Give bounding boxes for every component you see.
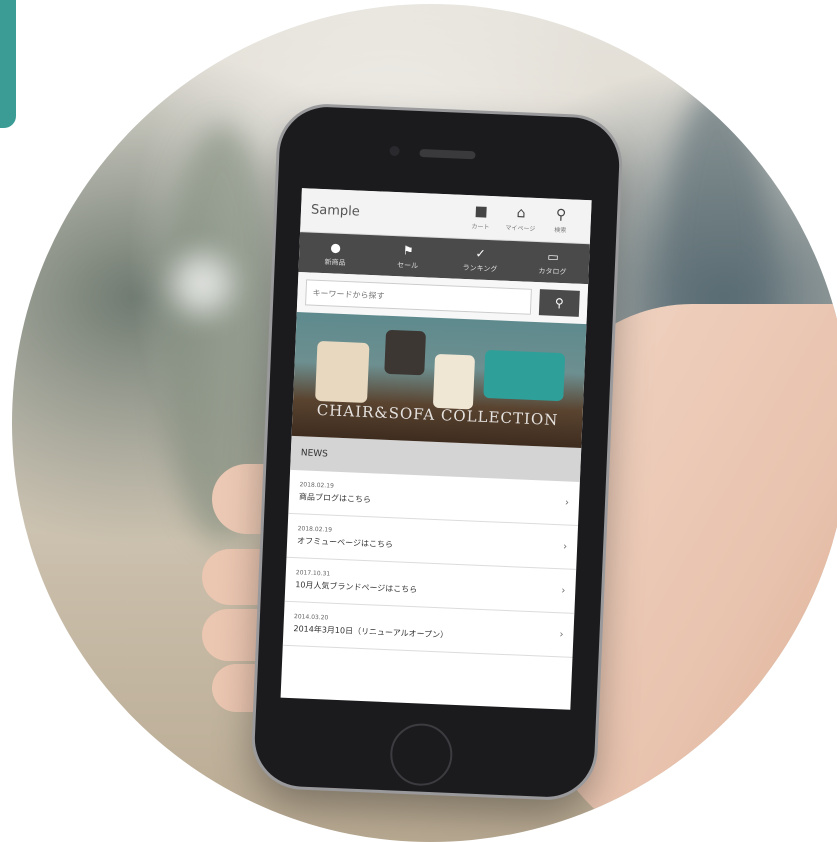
- chat-icon: ●: [330, 239, 342, 255]
- phone-screen: Sample ■ カート ⌂ マイページ ⚲ 検索 ● 新商品 ⚑ セール ✓ …: [280, 188, 592, 710]
- nav-item-sale[interactable]: ⚑ セール: [371, 235, 445, 278]
- dark-chair-image: [384, 329, 427, 376]
- earpiece-speaker: [419, 149, 476, 160]
- nav-item-new[interactable]: ● 新商品: [298, 232, 372, 275]
- user-icon: ⌂: [516, 205, 526, 222]
- corner-tab: [0, 0, 16, 128]
- smartphone: Sample ■ カート ⌂ マイページ ⚲ 検索 ● 新商品 ⚑ セール ✓ …: [252, 105, 622, 799]
- chevron-right-icon: ›: [562, 541, 568, 553]
- search-icon: ⚲: [554, 295, 565, 311]
- search-label: 検索: [554, 226, 567, 235]
- monitor-icon: ▭: [547, 248, 560, 264]
- search-button[interactable]: ⚲: [538, 289, 580, 317]
- armchair-image: [315, 340, 370, 404]
- cart-label: カート: [471, 223, 490, 231]
- nav-item-label: 新商品: [324, 257, 346, 267]
- white-chair-image: [432, 353, 476, 410]
- chevron-right-icon: ›: [564, 497, 570, 509]
- background-photo: Sample ■ カート ⌂ マイページ ⚲ 検索 ● 新商品 ⚑ セール ✓ …: [12, 4, 837, 842]
- nav-item-ranking[interactable]: ✓ ランキング: [443, 238, 517, 281]
- mypage-label: マイページ: [505, 224, 536, 233]
- teal-sofa-image: [483, 349, 566, 402]
- brand-logo[interactable]: Sample: [311, 203, 461, 224]
- cart-button[interactable]: ■ カート: [460, 203, 501, 232]
- megaphone-icon: ⚑: [402, 242, 414, 258]
- front-camera: [389, 145, 400, 157]
- mypage-button[interactable]: ⌂ マイページ: [500, 204, 541, 233]
- nav-item-label: セール: [396, 260, 419, 270]
- nav-item-label: ランキング: [462, 263, 498, 273]
- nav-item-label: カタログ: [538, 266, 567, 276]
- search-icon: ⚲: [555, 206, 567, 224]
- background-light: [172, 254, 232, 314]
- search-header-button[interactable]: ⚲ 検索: [540, 206, 581, 235]
- hero-banner[interactable]: CHAIR&SOFA COLLECTION: [291, 312, 587, 449]
- cart-icon: ■: [474, 203, 489, 220]
- nav-item-catalog[interactable]: ▭ カタログ: [516, 241, 590, 284]
- home-button: [389, 722, 454, 787]
- chevron-right-icon: ›: [559, 629, 564, 641]
- search-input[interactable]: [305, 279, 532, 315]
- ranking-icon: ✓: [475, 245, 486, 261]
- chevron-right-icon: ›: [561, 585, 566, 597]
